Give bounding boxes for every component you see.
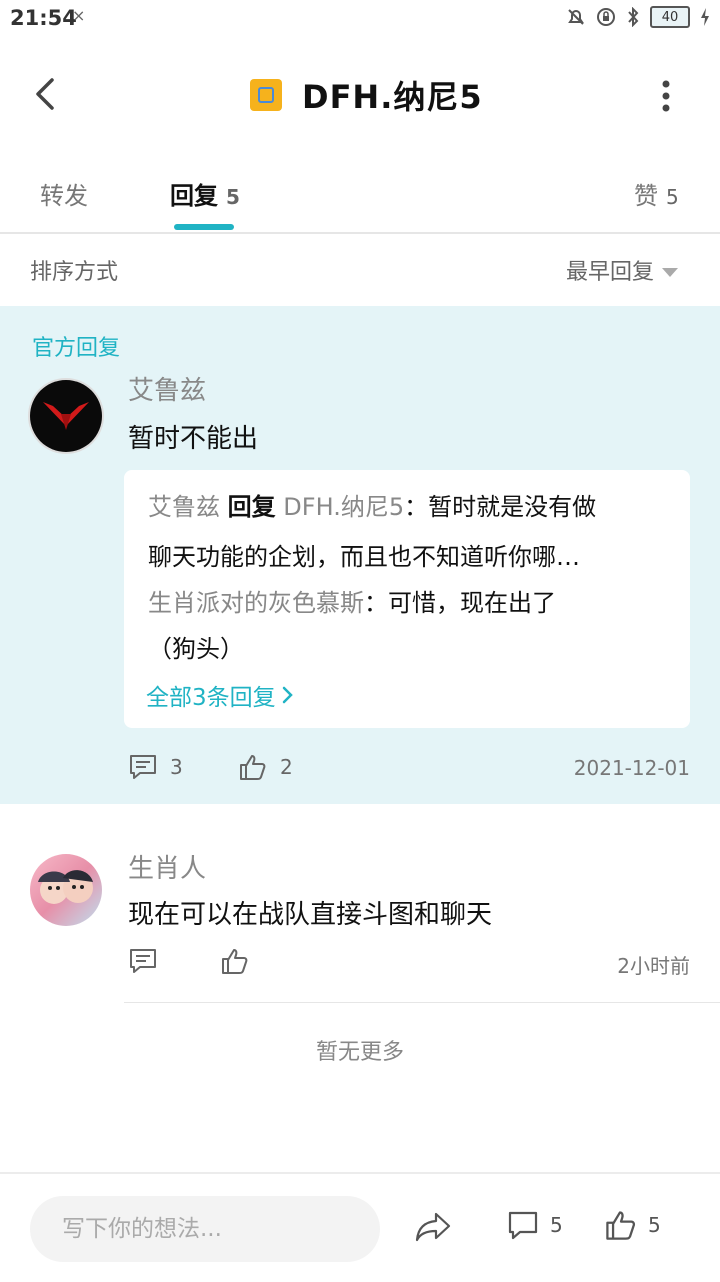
charging-icon (701, 8, 709, 26)
all-replies-link[interactable]: 全部3条回复 (146, 678, 294, 712)
comment-button[interactable]: 5 (506, 1208, 563, 1242)
reply-verb: 回复 (227, 493, 276, 521)
more-button[interactable] (648, 76, 684, 116)
comment-input[interactable] (30, 1196, 380, 1262)
comment-text: 暂时不能出 (128, 424, 259, 454)
title-group: DFH.纳尼5 (250, 72, 483, 118)
lock-icon (597, 8, 615, 26)
like-button[interactable]: 2 (238, 752, 293, 782)
sort-dropdown[interactable]: 最早回复 (566, 254, 679, 286)
bell-muted-icon (568, 9, 584, 25)
no-more-text: 暂无更多 (315, 1040, 404, 1065)
divider (124, 1002, 720, 1003)
status-bar: 21:54 × 40 (0, 0, 720, 38)
official-reply-card: 官方回复 艾鲁兹 暂时不能出 艾鲁兹 回复 DFH.纳尼5：暂时就是没有做 聊天… (0, 306, 720, 804)
comment-author[interactable]: 艾鲁兹 (128, 370, 206, 407)
comment-icon (130, 949, 156, 973)
chevron-right-icon (282, 686, 293, 704)
bluetooth-icon (628, 7, 639, 27)
share-button[interactable] (414, 1210, 452, 1244)
comment-time: 2小时前 (617, 954, 690, 978)
tab-label: 转发 (40, 182, 88, 210)
comment-icon (508, 1211, 538, 1240)
comment-actions: 3 2 2021-12-01 (128, 752, 690, 786)
sort-selected: 最早回复 (566, 260, 655, 285)
caret-down-icon (662, 267, 679, 277)
status-icons: 40 (566, 6, 710, 28)
comment-date: 2021-12-01 (573, 756, 690, 780)
header: DFH.纳尼5 (0, 50, 720, 140)
comment-author[interactable]: 生肖人 (128, 848, 206, 885)
comment-icon (130, 755, 156, 779)
sub-reply-author[interactable]: 生肖派对的灰色慕斯 (148, 589, 364, 617)
sub-reply-text: ：可惜，现在出了 (364, 589, 556, 617)
share-icon (415, 1212, 451, 1242)
sub-reply-author[interactable]: 艾鲁兹 (148, 493, 220, 521)
chevron-left-icon (36, 78, 54, 110)
tab-replies[interactable]: 回复 5 (170, 176, 240, 211)
tab-bar: 转发 回复 5 赞5 (0, 158, 720, 234)
tab-count: 5 (666, 185, 679, 209)
thumbs-up-icon (606, 1211, 636, 1240)
game-icon (250, 79, 282, 111)
active-tab-indicator (174, 224, 234, 230)
official-tag: 官方回复 (32, 336, 121, 361)
comment-text: 现在可以在战队直接斗图和聊天 (128, 900, 493, 930)
comment-button[interactable] (128, 946, 158, 976)
sub-reply: 艾鲁兹 回复 DFH.纳尼5：暂时就是没有做 (148, 492, 596, 522)
tab-likes[interactable]: 赞5 (634, 176, 679, 211)
sub-reply-text-cont: 聊天功能的企划，而且也不知道听你哪… (148, 543, 580, 571)
avatar-emblem (43, 402, 89, 430)
back-button[interactable] (28, 72, 68, 116)
sub-reply: 生肖派对的灰色慕斯：可惜，现在出了 (148, 588, 556, 618)
comment-button[interactable]: 3 (128, 752, 183, 782)
sub-reply-text: ：暂时就是没有做 (404, 493, 597, 521)
tab-label: 赞 (634, 182, 658, 210)
more-vertical-icon (662, 80, 670, 112)
all-replies-label: 全部3条回复 (146, 685, 276, 711)
reply-target[interactable]: DFH.纳尼5 (283, 493, 404, 521)
status-time: 21:54 (10, 6, 77, 30)
battery-icon: 40 (650, 6, 690, 28)
like-button[interactable] (220, 946, 250, 976)
avatar[interactable] (30, 380, 102, 452)
comment-actions: 2小时前 (128, 946, 690, 980)
bottom-bar: 5 5 (0, 1172, 720, 1282)
comment-count: 3 (170, 755, 183, 779)
like-count: 2 (280, 755, 293, 779)
thumbs-up-icon (222, 949, 248, 974)
signal-icon: × (72, 6, 86, 25)
sub-reply-text-cont: （狗头） (148, 635, 244, 663)
tab-count: 5 (226, 185, 240, 209)
thumbs-up-icon (240, 755, 266, 780)
sort-label: 排序方式 (30, 260, 119, 285)
like-button[interactable]: 5 (604, 1208, 661, 1242)
avatar-photo (38, 870, 93, 904)
avatar[interactable] (30, 854, 102, 926)
sub-replies-box[interactable]: 艾鲁兹 回复 DFH.纳尼5：暂时就是没有做 聊天功能的企划，而且也不知道听你哪… (124, 470, 690, 728)
tab-repost[interactable]: 转发 (40, 176, 88, 211)
page-title: DFH.纳尼5 (302, 78, 483, 116)
like-count: 5 (648, 1213, 661, 1237)
comment-count: 5 (550, 1213, 563, 1237)
tab-label: 回复 (170, 182, 218, 210)
